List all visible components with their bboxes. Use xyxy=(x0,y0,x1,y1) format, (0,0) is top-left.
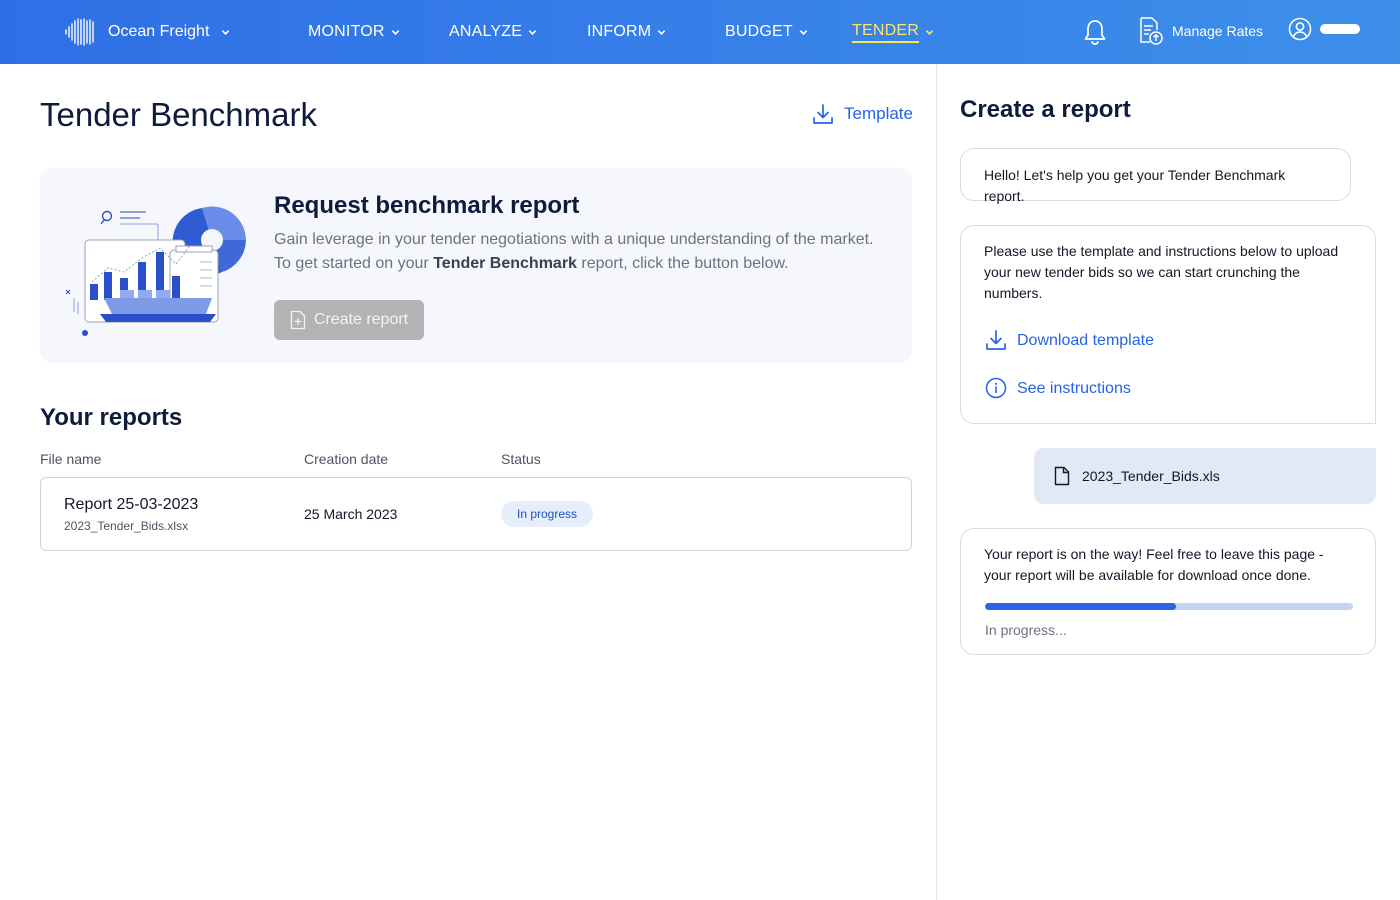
chevron-down-icon xyxy=(391,29,399,35)
column-header-file-name: File name xyxy=(40,451,102,467)
nav-monitor[interactable]: MONITOR xyxy=(308,20,400,44)
page-title: Tender Benchmark xyxy=(40,96,317,133)
manage-rates-button[interactable]: Manage Rates xyxy=(1138,16,1263,46)
create-report-label: Create report xyxy=(313,311,409,328)
request-desc-bold: Tender Benchmark xyxy=(433,255,577,272)
column-header-status: Status xyxy=(501,451,541,467)
user-avatar-icon xyxy=(1288,17,1312,41)
request-card-description: Gain leverage in your tender negotiation… xyxy=(274,228,894,276)
nav-budget-label: BUDGET xyxy=(725,23,793,40)
create-report-button[interactable]: Create report xyxy=(274,300,424,340)
bell-icon[interactable] xyxy=(1082,18,1108,46)
brand-menu[interactable]: Ocean Freight xyxy=(64,18,230,46)
chevron-down-icon xyxy=(925,29,934,35)
see-instructions-label: See instructions xyxy=(1017,379,1131,397)
greeting-text: Hello! Let's help you get your Tender Be… xyxy=(984,167,1286,204)
nav-tender[interactable]: TENDER xyxy=(852,20,934,44)
progress-label: In progress... xyxy=(985,622,1067,638)
status-message: Your report is on the way! Feel free to … xyxy=(960,528,1376,655)
your-reports-title: Your reports xyxy=(40,404,183,431)
progress-bar xyxy=(985,603,1353,610)
user-name-placeholder xyxy=(1320,24,1360,34)
panel-divider xyxy=(936,64,937,900)
download-icon xyxy=(986,330,1006,350)
file-plus-icon xyxy=(290,310,306,330)
report-file-name: 2023_Tender_Bids.xlsx xyxy=(64,519,189,533)
report-name: Report 25-03-2023 xyxy=(64,496,199,513)
nav-analyze-label: ANALYZE xyxy=(449,23,523,40)
request-benchmark-card: Request benchmark report Gain leverage i… xyxy=(40,168,912,363)
document-upload-icon xyxy=(1140,17,1163,45)
benchmark-illustration xyxy=(65,206,246,336)
uploaded-file-message: 2023_Tender_Bids.xls xyxy=(1034,448,1376,504)
top-nav-bar: Ocean Freight MONITOR ANALYZE INFORM BUD… xyxy=(0,0,1400,64)
panel-title: Create a report xyxy=(960,96,1131,123)
status-badge: In progress xyxy=(501,501,594,527)
download-template-label: Download template xyxy=(1017,331,1154,349)
download-template-link[interactable]: Download template xyxy=(985,329,1154,351)
brand-name: Ocean Freight xyxy=(108,23,210,40)
chevron-down-icon xyxy=(799,29,808,35)
chevron-down-icon xyxy=(528,29,537,35)
chevron-down-icon xyxy=(658,29,666,35)
nav-tender-label: TENDER xyxy=(852,22,919,43)
info-icon xyxy=(985,377,1007,399)
download-icon xyxy=(813,104,833,124)
column-header-creation-date: Creation date xyxy=(304,451,389,467)
nav-budget[interactable]: BUDGET xyxy=(725,20,808,44)
request-desc-suffix: report, click the button below. xyxy=(576,255,789,272)
nav-inform[interactable]: INFORM xyxy=(587,20,666,44)
template-link-label: Template xyxy=(844,104,913,123)
report-creation-date: 25 March 2023 xyxy=(304,506,398,522)
table-row[interactable]: Report 25-03-2023 2023_Tender_Bids.xlsx … xyxy=(40,477,912,551)
file-icon xyxy=(1054,466,1070,486)
request-desc-line1: Gain leverage in your tender negotiation… xyxy=(274,231,874,248)
nav-monitor-label: MONITOR xyxy=(308,23,385,40)
nav-inform-label: INFORM xyxy=(587,23,652,40)
see-instructions-link[interactable]: See instructions xyxy=(985,377,1131,399)
template-download-link[interactable]: Template xyxy=(812,103,913,125)
instructions-text: Please use the template and instructions… xyxy=(984,243,1339,301)
progress-bar-fill xyxy=(985,603,1177,610)
logo-icon xyxy=(65,18,94,46)
status-message-text: Your report is on the way! Feel free to … xyxy=(984,546,1324,583)
nav-analyze[interactable]: ANALYZE xyxy=(449,20,537,44)
chevron-down-icon xyxy=(222,29,230,35)
instructions-message: Please use the template and instructions… xyxy=(960,225,1376,424)
request-card-title: Request benchmark report xyxy=(274,192,580,219)
request-desc-prefix: To get started on your xyxy=(274,255,434,272)
manage-rates-label: Manage Rates xyxy=(1172,23,1264,39)
greeting-message: Hello! Let's help you get your Tender Be… xyxy=(960,148,1351,204)
uploaded-file-name: 2023_Tender_Bids.xls xyxy=(1082,468,1220,484)
user-menu[interactable] xyxy=(1288,17,1360,41)
